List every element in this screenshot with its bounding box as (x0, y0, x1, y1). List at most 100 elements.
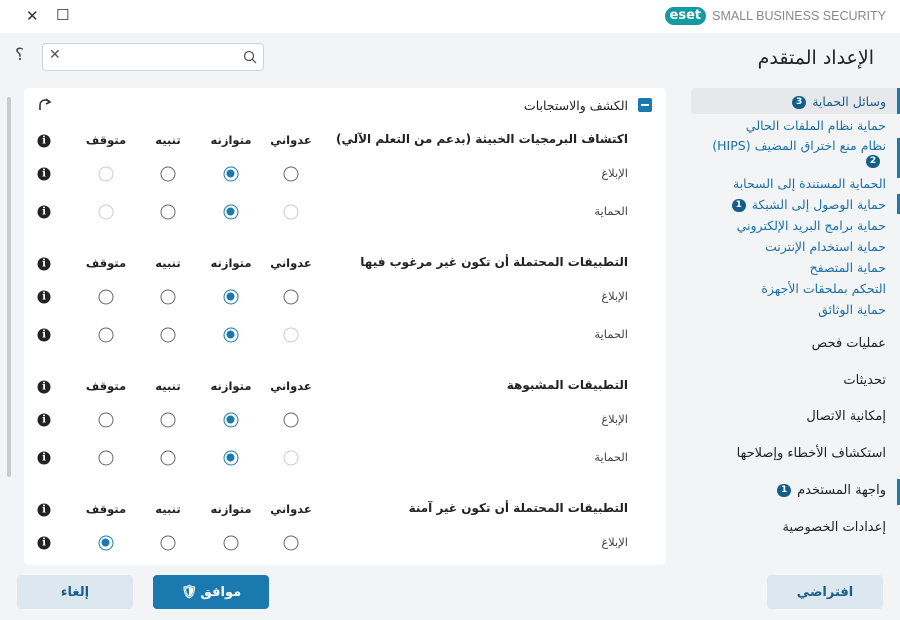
sidebar-item-label: وسائل الحماية (812, 94, 886, 109)
info-icon[interactable]: i (38, 537, 51, 550)
sidebar-category[interactable]: عمليات فحص (812, 336, 886, 351)
radio-protect[interactable] (224, 328, 239, 343)
radio-report[interactable] (99, 536, 114, 551)
default-button[interactable]: افتراضي (767, 575, 883, 609)
cancel-button[interactable]: إلغاء (17, 575, 133, 609)
sidebar-category[interactable]: إعدادات الخصوصية (783, 520, 886, 535)
info-icon[interactable]: i (38, 258, 51, 271)
maximize-icon[interactable]: ☐ (56, 6, 69, 24)
count-badge: 3 (792, 96, 806, 109)
radio-report[interactable] (224, 290, 239, 305)
column-header: عدواني (270, 133, 312, 147)
radio-report (99, 167, 114, 182)
sidebar-category-label: إعدادات الخصوصية (783, 520, 886, 535)
sidebar-item[interactable]: حماية الوثائق (818, 302, 886, 317)
radio-protect[interactable] (161, 451, 176, 466)
sidebar-item-label: حماية برامج البريد الإلكتروني (737, 218, 886, 233)
radio-protect[interactable] (161, 205, 176, 220)
column-header: تنبيه (155, 502, 180, 516)
sidebar-item[interactable]: الحماية المستندة إلى السحابة (733, 176, 886, 191)
protect-label: الحماية (594, 450, 628, 464)
group-title: التطبيقات المحتملة أن تكون غير آمنة (409, 501, 628, 515)
info-icon[interactable]: i (38, 135, 51, 148)
sidebar-item[interactable]: التحكم بملحقات الأجهزة (761, 281, 886, 296)
radio-protect[interactable] (224, 451, 239, 466)
group-title: التطبيقات المحتملة أن تكون غير مرغوب فيه… (360, 255, 628, 269)
sidebar-category-label: استكشاف الأخطاء وإصلاحها (737, 446, 886, 461)
radio-report[interactable] (161, 290, 176, 305)
sidebar-item[interactable]: حماية المتصفح (810, 260, 886, 275)
radio-protect (284, 451, 299, 466)
info-icon[interactable]: i (38, 168, 51, 181)
report-label: الإبلاغ (601, 289, 628, 303)
sidebar-item[interactable]: حماية نظام الملفات الحالي (746, 118, 886, 133)
radio-report[interactable] (284, 536, 299, 551)
settings-panel (24, 88, 666, 565)
sidebar-item-label: حماية استخدام الإنترنت (765, 239, 886, 254)
info-icon[interactable]: i (38, 291, 51, 304)
column-header: متوقف (86, 133, 126, 147)
radio-report[interactable] (161, 167, 176, 182)
close-icon[interactable]: ✕ (26, 7, 39, 25)
eset-logo: eset SMALL BUSINESS SECURITY (665, 7, 886, 25)
info-icon[interactable]: i (38, 414, 51, 427)
sidebar-item[interactable]: وسائل الحماية 3 (786, 94, 886, 109)
column-header: متوقف (86, 379, 126, 393)
sidebar-item[interactable]: نظام منع اختراق المضيف (HIPS) 2 (712, 138, 886, 168)
brand-logo: eset (665, 7, 707, 25)
ok-button[interactable]: 🛡موافق (153, 575, 269, 609)
radio-report[interactable] (161, 413, 176, 428)
count-badge: 2 (866, 155, 880, 168)
radio-protect[interactable] (224, 205, 239, 220)
title-bar: ✕ ☐ eset SMALL BUSINESS SECURITY (0, 0, 900, 33)
radio-report[interactable] (99, 413, 114, 428)
radio-protect[interactable] (99, 328, 114, 343)
radio-report[interactable] (224, 167, 239, 182)
column-header: متوقف (86, 502, 126, 516)
collapse-section-button[interactable] (638, 98, 652, 112)
clear-search-icon[interactable]: ✕ (49, 47, 61, 63)
scrollbar[interactable] (7, 97, 11, 477)
info-icon[interactable]: i (38, 206, 51, 219)
column-header: عدواني (270, 379, 312, 393)
radio-report[interactable] (161, 536, 176, 551)
radio-protect (99, 205, 114, 220)
radio-report[interactable] (99, 290, 114, 305)
sidebar-item[interactable]: حماية برامج البريد الإلكتروني (737, 218, 886, 233)
group-title: اكتشاف البرمجيات الخبيثة (بدعم من التعلم… (336, 132, 628, 146)
count-badge: 1 (732, 199, 746, 212)
column-header: تنبيه (155, 256, 180, 270)
radio-report[interactable] (284, 413, 299, 428)
column-header: عدواني (270, 256, 312, 270)
radio-protect[interactable] (99, 451, 114, 466)
sidebar-category[interactable]: إمكانية الاتصال (806, 409, 886, 424)
search-input[interactable]: ✕ (42, 43, 264, 71)
column-header: تنبيه (155, 379, 180, 393)
sidebar-item-label: حماية الوثائق (818, 302, 886, 317)
search-icon[interactable] (243, 50, 257, 64)
radio-report[interactable] (284, 167, 299, 182)
info-icon[interactable]: i (38, 452, 51, 465)
column-header: تنبيه (155, 133, 180, 147)
sidebar-category[interactable]: واجهة المستخدم1 (771, 483, 886, 498)
sidebar-category-label: واجهة المستخدم (797, 483, 886, 498)
sidebar-item-label: الحماية المستندة إلى السحابة (733, 176, 886, 191)
sidebar-category[interactable]: تحديثات (843, 373, 886, 388)
sidebar-item-label: حماية المتصفح (810, 260, 886, 275)
ok-label: موافق (200, 585, 241, 600)
report-label: الإبلاغ (601, 535, 628, 549)
reset-icon[interactable] (37, 97, 53, 113)
radio-report[interactable] (224, 413, 239, 428)
info-icon[interactable]: i (38, 329, 51, 342)
sidebar-item[interactable]: حماية استخدام الإنترنت (765, 239, 886, 254)
radio-protect[interactable] (161, 328, 176, 343)
sidebar-category[interactable]: استكشاف الأخطاء وإصلاحها (737, 446, 886, 461)
radio-report[interactable] (284, 290, 299, 305)
sidebar-item[interactable]: حماية الوصول إلى الشبكة1 (726, 197, 886, 212)
info-icon[interactable]: i (38, 504, 51, 517)
radio-report[interactable] (224, 536, 239, 551)
sidebar-category-label: تحديثات (843, 373, 886, 388)
sidebar-item-label: نظام منع اختراق المضيف (HIPS) (712, 138, 886, 153)
info-icon[interactable]: i (38, 381, 51, 394)
help-icon[interactable]: ؟ (15, 45, 24, 65)
